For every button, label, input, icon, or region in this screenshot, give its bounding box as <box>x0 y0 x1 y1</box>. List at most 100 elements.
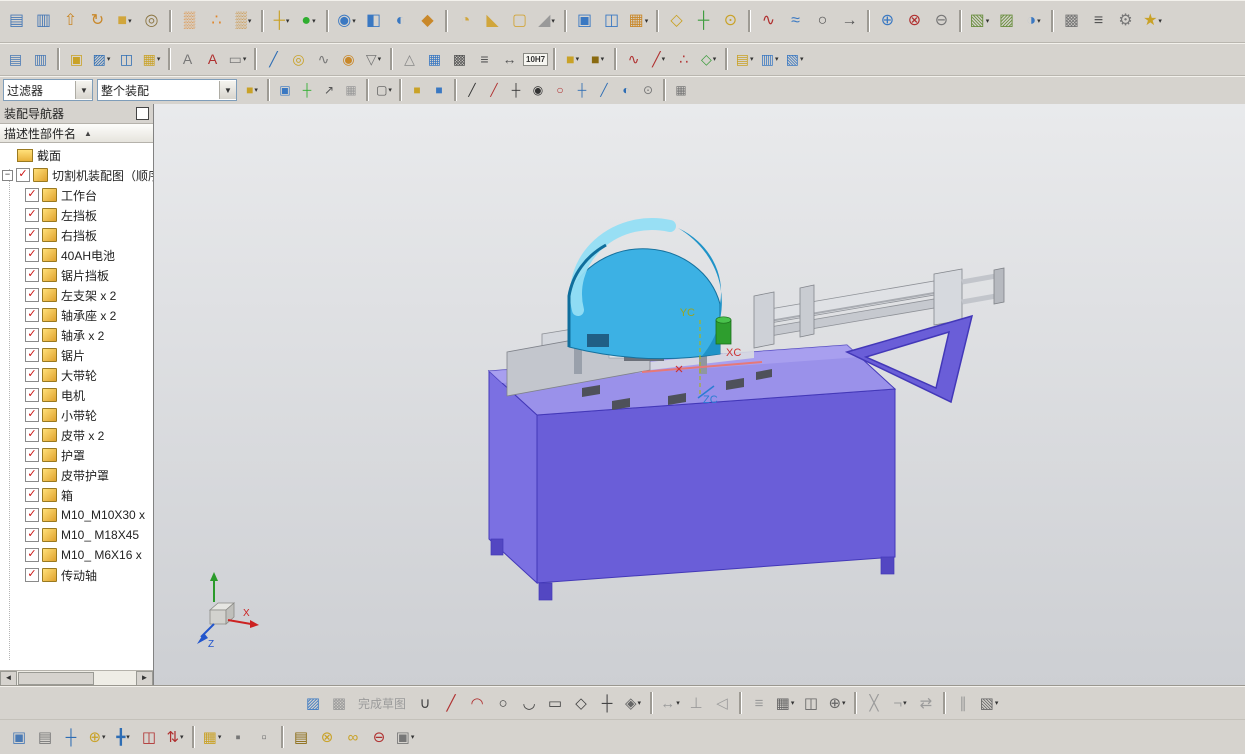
profile-icon[interactable]: ∪ <box>413 691 437 715</box>
snap-quadrant-icon[interactable]: ○ <box>550 81 570 100</box>
checkbox-icon[interactable]: ✓ <box>25 228 39 242</box>
sketch-point-icon[interactable]: ┼ <box>595 691 619 715</box>
snap-point-on-face-icon[interactable]: ◐ <box>616 81 636 100</box>
shell-icon[interactable]: ▢ <box>507 8 532 34</box>
tree-item-3[interactable]: ✓ 40AH电池 <box>0 245 153 265</box>
display-sketch-constraints-icon[interactable]: ▩ <box>327 691 351 715</box>
line-icon[interactable]: ╱ <box>439 691 463 715</box>
tree-item-2[interactable]: ✓ 右挡板 <box>0 225 153 245</box>
reference-set-icon[interactable]: ▤ <box>289 725 313 749</box>
pull-face-icon[interactable]: ▨ <box>994 8 1019 34</box>
dropdown-arrow-icon[interactable]: ▾ <box>102 733 106 741</box>
selection-scope-combo[interactable]: 整个装配 ▼ <box>97 79 237 101</box>
pen-icon[interactable]: ╱ <box>262 48 285 71</box>
move-component-icon[interactable]: ╋ ▾ <box>111 725 135 749</box>
dropdown-arrow-icon[interactable]: ▾ <box>800 55 804 63</box>
fillet-icon[interactable]: ◡ <box>517 691 541 715</box>
offset-surface-icon[interactable]: ▣ <box>572 8 597 34</box>
intersection-point-icon[interactable]: ⊕ ▾ <box>825 691 849 715</box>
dropdown-arrow-icon[interactable]: ▾ <box>775 55 779 63</box>
checkbox-icon[interactable]: ✓ <box>25 568 39 582</box>
measure-icon[interactable]: ▩ <box>1059 8 1084 34</box>
tree-item-1[interactable]: ✓ 左挡板 <box>0 205 153 225</box>
dropdown-arrow-icon[interactable]: ▾ <box>218 733 222 741</box>
dropdown-arrow-icon[interactable]: ▾ <box>638 699 642 707</box>
interpart-links-icon[interactable]: ∞ <box>341 725 365 749</box>
pattern-feature-icon[interactable]: ▒ <box>177 8 202 34</box>
checkbox-icon[interactable]: ✓ <box>25 208 39 222</box>
checkbox-icon[interactable]: ✓ <box>25 288 39 302</box>
block-icon[interactable]: ■ ▾ <box>112 8 137 34</box>
checkbox-icon[interactable]: ✓ <box>25 548 39 562</box>
checkbox-icon[interactable]: ✓ <box>25 368 39 382</box>
trim-curve-icon[interactable]: ╳ <box>862 691 886 715</box>
combo-dropdown-icon[interactable]: ▼ <box>75 81 92 99</box>
datum-axis-icon[interactable]: ┼ <box>691 8 716 34</box>
mirror-curve-icon[interactable]: ◫ <box>799 691 823 715</box>
point-icon[interactable]: ● ▾ <box>296 8 321 34</box>
rectangle-select-icon[interactable]: ▢ ▾ <box>374 81 394 100</box>
tree-item-10[interactable]: ✓ 电机 <box>0 385 153 405</box>
component-list-icon[interactable]: ▤ <box>33 725 57 749</box>
wave-geometry-linker-icon[interactable]: ▣ ▾ <box>393 725 417 749</box>
extrude-icon[interactable]: ⇧ <box>58 8 83 34</box>
suppress-component-icon[interactable]: ▪ <box>226 725 250 749</box>
checkbox-icon[interactable]: ✓ <box>25 348 39 362</box>
make-symmetric-icon[interactable]: ◁ <box>710 691 734 715</box>
tree-column-header[interactable]: 描述性部件名 ▲ <box>0 124 153 143</box>
checkbox-icon[interactable]: ✓ <box>25 468 39 482</box>
snap-midpoint-icon[interactable]: ╱ <box>484 81 504 100</box>
favorites-icon[interactable]: ★ ▾ <box>1140 8 1165 34</box>
corner-icon[interactable]: ¬ ▾ <box>888 691 912 715</box>
more-curves-icon[interactable]: ◈ ▾ <box>621 691 645 715</box>
dropdown-arrow-icon[interactable]: ▾ <box>551 17 555 25</box>
solid-select-icon[interactable]: ■ <box>407 81 427 100</box>
note-icon[interactable]: ▭ ▾ <box>226 48 249 71</box>
dropdown-arrow-icon[interactable]: ▾ <box>388 86 392 94</box>
sort-asc-icon[interactable]: ▲ <box>84 129 92 138</box>
snap-bounded-plane-icon[interactable]: ⊙ <box>638 81 658 100</box>
open-in-window-icon[interactable]: ▣ <box>7 725 31 749</box>
dropdown-arrow-icon[interactable]: ▾ <box>286 17 290 25</box>
surface-finish-icon[interactable]: ▽ ▾ <box>362 48 385 71</box>
unite-icon[interactable]: ◉ ▾ <box>334 8 359 34</box>
tree-item-7[interactable]: ✓ 轴承 x 2 <box>0 325 153 345</box>
grid-snap-icon[interactable]: ▦ <box>671 81 691 100</box>
dropdown-arrow-icon[interactable]: ▾ <box>601 55 605 63</box>
new-component-icon[interactable]: ┼ <box>59 725 83 749</box>
spring-icon[interactable]: ∿ <box>312 48 335 71</box>
snap-intersection-icon[interactable]: ┼ <box>506 81 526 100</box>
dropdown-arrow-icon[interactable]: ▾ <box>352 17 356 25</box>
checkbox-icon[interactable]: ✓ <box>25 408 39 422</box>
project-curve-icon[interactable]: → <box>837 8 862 34</box>
studio-spline-icon[interactable]: ∿ <box>756 8 781 34</box>
arc-circle-icon[interactable]: ○ <box>810 8 835 34</box>
dropdown-arrow-icon[interactable]: ▾ <box>662 55 666 63</box>
dimension-icon[interactable]: ↔ <box>498 48 521 71</box>
edit-pole-icon[interactable]: ╱ ▾ <box>647 48 670 71</box>
named-views-icon[interactable]: ▣ <box>65 48 88 71</box>
dropdown-arrow-icon[interactable]: ▾ <box>107 55 111 63</box>
add-snapshot-icon[interactable]: ▣ <box>275 81 295 100</box>
pattern-face-icon[interactable]: ▒ ▾ <box>231 8 256 34</box>
assembly-sequence-icon[interactable]: ⇅ ▾ <box>163 725 187 749</box>
view-layout-icon[interactable]: ▤ <box>4 48 27 71</box>
horizontal-scrollbar[interactable]: ◄ ► <box>0 670 153 686</box>
find-in-assembly-icon[interactable]: ■ ▾ <box>242 81 262 100</box>
panel-restore-button[interactable] <box>136 107 149 120</box>
tree-item-5[interactable]: ✓ 左支架 x 2 <box>0 285 153 305</box>
dropdown-arrow-icon[interactable]: ▾ <box>312 17 316 25</box>
dropdown-arrow-icon[interactable]: ▾ <box>254 86 258 94</box>
window-split-icon[interactable]: ◫ <box>115 48 138 71</box>
annotation-style-icon[interactable]: A <box>201 48 224 71</box>
pattern-curve-icon[interactable]: ▦ ▾ <box>773 691 797 715</box>
tree-item-19[interactable]: ✓ 传动轴 <box>0 565 153 585</box>
panel-titlebar[interactable]: 装配导航器 <box>0 104 153 124</box>
tree-item-4[interactable]: ✓ 锯片挡板 <box>0 265 153 285</box>
dropdown-arrow-icon[interactable]: ▾ <box>903 699 907 707</box>
tree-item-root-assembly[interactable]: − ✓ 切割机装配图（顺序 <box>0 165 153 185</box>
layer-category-icon[interactable]: ▧ ▾ <box>783 48 806 71</box>
dropdown-arrow-icon[interactable]: ▾ <box>713 55 717 63</box>
snap-endpoint-icon[interactable]: ╱ <box>462 81 482 100</box>
type-filter-combo[interactable]: 过滤器 ▼ <box>3 79 93 101</box>
